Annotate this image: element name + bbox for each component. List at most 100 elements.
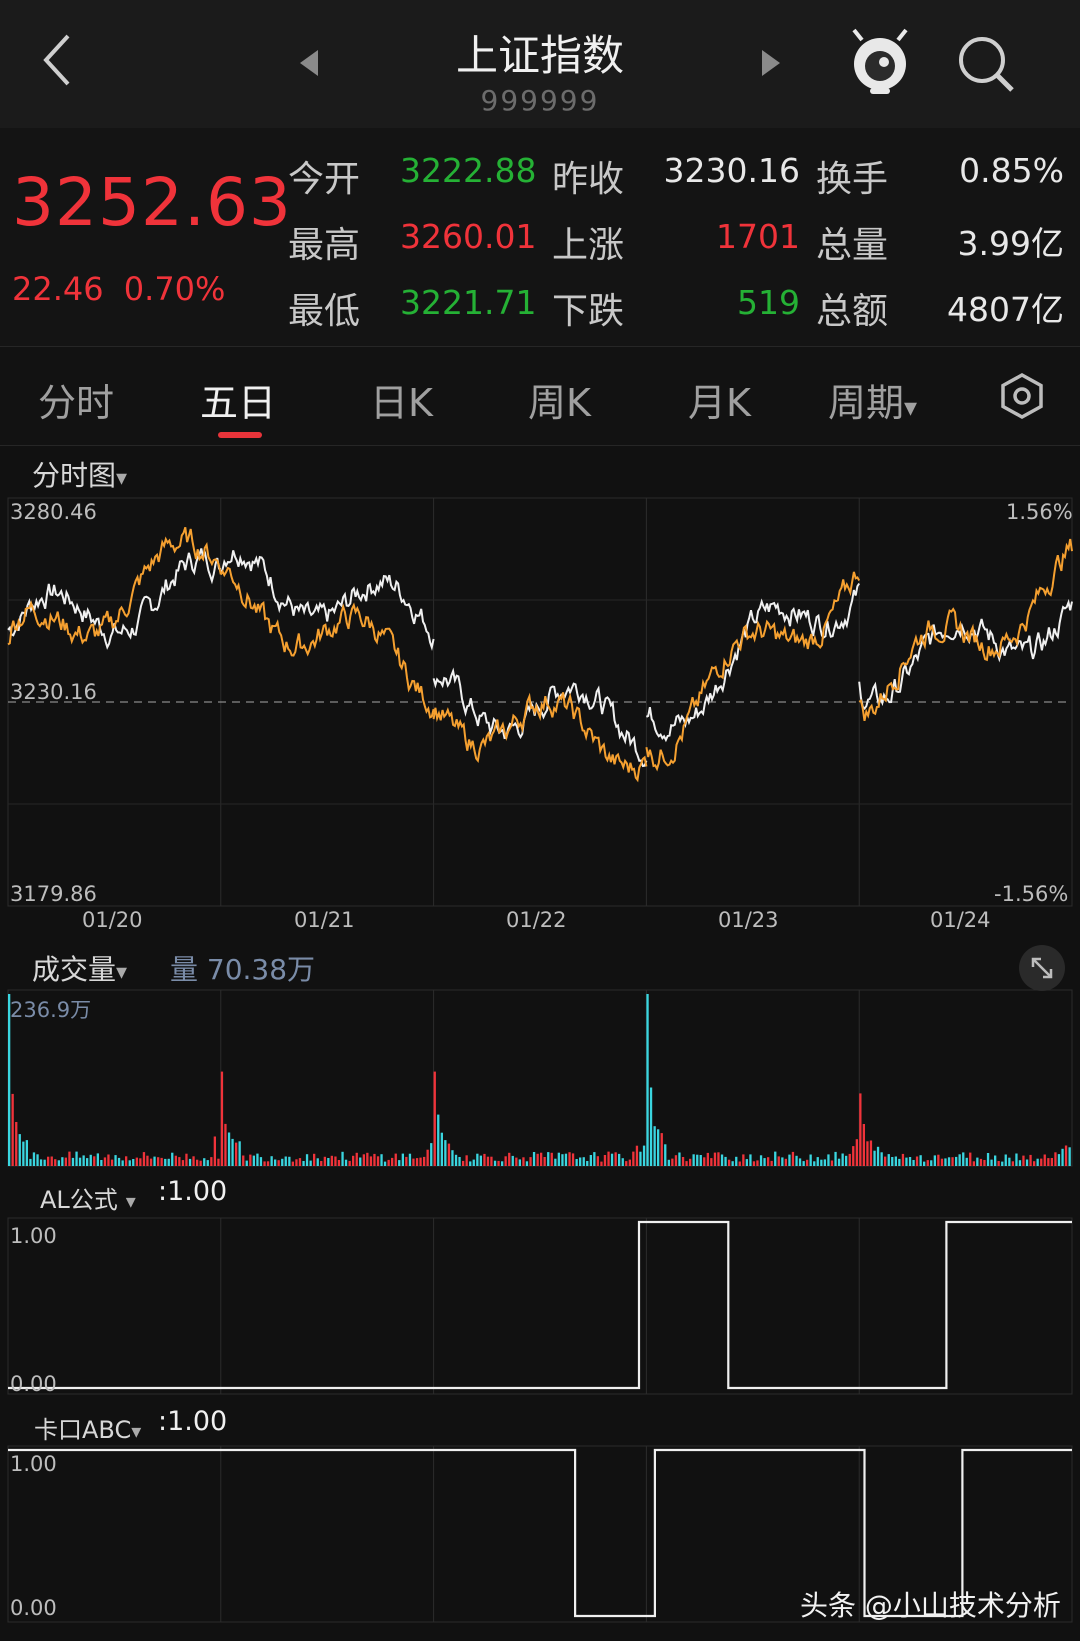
volume-bar: [784, 1158, 787, 1166]
volume-bar: [369, 1156, 373, 1166]
volume-bar: [302, 1161, 305, 1166]
volume-bar: [767, 1157, 770, 1166]
volume-bar: [25, 1140, 28, 1166]
date-label: 01/23: [718, 908, 779, 932]
volume-bar: [153, 1156, 156, 1166]
volume-bar: [36, 1154, 39, 1166]
volume-axis-max: 236.9万: [10, 998, 92, 1022]
volume-bar: [795, 1155, 798, 1166]
volume-bar: [600, 1161, 603, 1166]
volume-bar: [206, 1160, 209, 1166]
tab-monthly-k[interactable]: 月K: [688, 372, 751, 427]
prev-close-label: 昨收: [552, 159, 625, 200]
volume-bar: [791, 1151, 795, 1166]
tab-daily-k[interactable]: 日K: [370, 372, 433, 427]
volume-bar: [383, 1161, 387, 1166]
volume-bar: [720, 1154, 724, 1166]
volume-indicator-selector[interactable]: 成交量▾: [32, 948, 127, 988]
volume-bar: [944, 1158, 947, 1166]
volume-bar: [373, 1153, 376, 1166]
volume-bar: [291, 1161, 294, 1166]
volume-bar: [894, 1156, 897, 1166]
volume-bar: [554, 1158, 557, 1166]
average-line-segment: [858, 538, 1073, 721]
high-label: 最高: [288, 225, 361, 266]
kk-indicator-selector[interactable]: 卡口ABC▾: [34, 1410, 141, 1445]
volume-bar: [341, 1151, 344, 1166]
volume-bar: [344, 1159, 348, 1166]
volume-bar: [958, 1154, 961, 1166]
volume-bar: [774, 1151, 777, 1166]
volume-bar: [348, 1160, 351, 1166]
volume-bar: [571, 1153, 575, 1166]
volume-bar: [469, 1161, 472, 1166]
volume-bar: [82, 1155, 85, 1166]
volume-bar: [213, 1136, 216, 1166]
tab-period-dropdown[interactable]: 周期▾: [828, 372, 917, 427]
volume-bar: [22, 1141, 25, 1166]
volume-bar: [891, 1157, 894, 1166]
prev-close-value: 3230.16: [663, 151, 800, 190]
volume-bar: [859, 1093, 862, 1166]
volume-bar: [454, 1154, 458, 1166]
al-indicator-label: AL公式: [40, 1186, 118, 1214]
volume-bar: [444, 1140, 447, 1166]
intraday-chart-selector[interactable]: 分时图▾: [32, 454, 127, 494]
volume-bar: [823, 1159, 826, 1166]
volume-bar: [103, 1157, 107, 1166]
al-indicator-selector[interactable]: AL公式 ▾: [40, 1180, 136, 1215]
volume-bar: [1064, 1145, 1068, 1166]
volume-bar: [1018, 1160, 1022, 1166]
volume-bar: [770, 1160, 773, 1166]
volume-bar: [405, 1156, 408, 1166]
volume-bar: [125, 1156, 128, 1166]
volume-bar: [1025, 1159, 1029, 1166]
price-line-segment: [7, 548, 222, 650]
volume-bar: [735, 1156, 738, 1166]
volume-bar: [501, 1161, 504, 1166]
volume-bar: [1043, 1154, 1046, 1166]
next-stock-button[interactable]: [758, 48, 782, 82]
volume-chart[interactable]: [0, 989, 1080, 1168]
volume-bar: [986, 1153, 990, 1166]
volume-bar: [430, 1143, 433, 1166]
average-line-segment: [432, 692, 648, 783]
volume-bar: [1001, 1161, 1004, 1166]
volume-bar: [745, 1159, 748, 1166]
volume-bar: [806, 1159, 809, 1166]
chart-settings-button[interactable]: [998, 372, 1046, 424]
open-label: 今开: [288, 159, 361, 200]
volume-bar: [1008, 1157, 1011, 1166]
volume-bar: [809, 1154, 812, 1166]
expand-chart-button[interactable]: [1018, 944, 1066, 996]
volume-bar: [139, 1158, 142, 1166]
search-button[interactable]: [956, 34, 1016, 98]
average-line-segment: [645, 571, 861, 772]
watermark: 头条 @小山技术分析: [800, 1589, 1061, 1622]
volume-bar: [976, 1157, 979, 1166]
tab-intraday[interactable]: 分时: [38, 372, 114, 427]
volume-bar: [802, 1161, 805, 1166]
volume-bar: [486, 1156, 490, 1166]
tab-five-day[interactable]: 五日: [200, 372, 276, 427]
up-count-label: 上涨: [552, 225, 625, 266]
volume-bar: [220, 1071, 224, 1166]
volume-bar: [965, 1157, 968, 1166]
volume-summary: 量 70.38万: [170, 953, 316, 986]
volume-bar: [813, 1161, 816, 1166]
volume-bar: [259, 1157, 263, 1166]
volume-bar: [11, 1093, 14, 1166]
volume-bar: [852, 1146, 855, 1166]
price-chart[interactable]: [0, 497, 1080, 908]
volume-bar: [642, 1145, 646, 1166]
volume-bar: [930, 1160, 933, 1166]
volume-bar: [674, 1155, 678, 1166]
volume-bar: [242, 1155, 245, 1166]
volume-bar: [167, 1158, 170, 1166]
assistant-button[interactable]: [850, 26, 910, 100]
date-label: 01/24: [930, 908, 991, 932]
down-count-value: 519: [737, 283, 800, 322]
volume-bar: [174, 1155, 177, 1166]
volume-bar: [196, 1159, 199, 1166]
tab-weekly-k[interactable]: 周K: [528, 372, 591, 427]
